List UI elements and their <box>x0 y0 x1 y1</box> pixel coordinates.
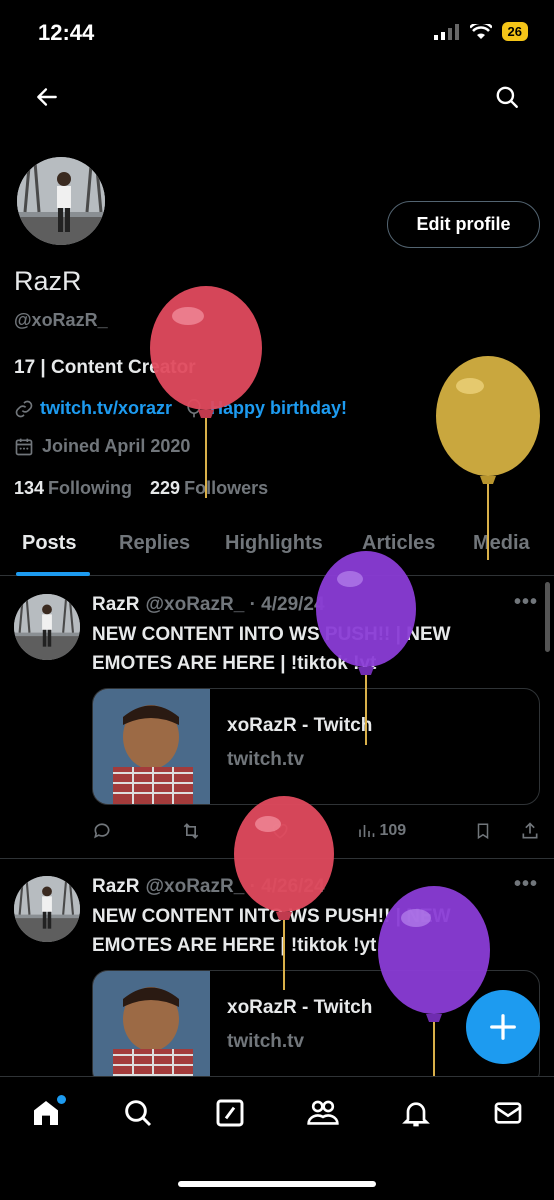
tab-posts[interactable]: Posts <box>22 520 76 555</box>
card-title: xoRazR - Twitch <box>227 715 373 736</box>
following-link[interactable]: 134 Following <box>14 478 132 499</box>
status-icons: 26 <box>433 22 528 41</box>
post-author[interactable]: RazR <box>92 594 140 615</box>
profile-link[interactable]: twitch.tv/xorazr <box>40 398 172 419</box>
post-header: RazR @xoRazR_ · 4/26/24 <box>92 876 325 898</box>
communities-icon <box>307 1100 339 1125</box>
followers-link[interactable]: 229 Followers <box>150 478 268 499</box>
balloon-icon <box>187 398 201 417</box>
more-icon[interactable]: ••• <box>514 873 538 896</box>
link-card[interactable]: xoRazR - Twitch twitch.tv <box>92 688 540 805</box>
more-icon[interactable]: ••• <box>514 591 538 614</box>
status-time: 12:44 <box>38 20 95 45</box>
post-handle-date: @xoRazR_ · 4/26/24 <box>145 876 325 897</box>
nav-home[interactable] <box>30 1095 66 1134</box>
post-handle-date: @xoRazR_ · 4/29/24 <box>145 594 325 615</box>
explore-icon <box>125 1100 152 1127</box>
follow-stats: 134 Following 229 Followers <box>14 478 268 499</box>
nav-grok[interactable] <box>214 1097 246 1134</box>
link-icon <box>15 400 33 417</box>
search-button[interactable] <box>494 84 520 115</box>
reply-icon <box>94 823 110 839</box>
notifications-icon <box>402 1102 430 1127</box>
heart-icon <box>272 823 288 839</box>
card-domain: twitch.tv <box>227 749 305 770</box>
avatar-photo <box>17 157 105 245</box>
home-indicator <box>178 1181 376 1187</box>
grok-icon <box>216 1099 244 1127</box>
share-icon[interactable] <box>520 821 540 841</box>
nav-notifications[interactable] <box>400 1097 432 1134</box>
followers-count: 229 <box>150 478 181 498</box>
post-avatar[interactable] <box>14 876 80 942</box>
like-button[interactable] <box>270 821 290 841</box>
calendar-icon <box>15 438 33 455</box>
messages-icon <box>494 1102 522 1124</box>
post-header: RazR @xoRazR_ · 4/29/24 <box>92 594 325 616</box>
post-item[interactable]: RazR @xoRazR_ · 4/29/24 ••• NEW CONTENT I… <box>0 577 554 859</box>
following-count: 134 <box>14 478 45 498</box>
birthday-text: Happy birthday! <box>210 398 348 418</box>
post-author[interactable]: RazR <box>92 876 140 897</box>
nav-communities[interactable] <box>306 1097 340 1134</box>
display-name: RazR <box>14 266 82 296</box>
card-thumbnail <box>93 971 210 1086</box>
wifi-icon <box>469 23 492 39</box>
back-arrow-icon <box>37 88 57 106</box>
bookmark-icon[interactable] <box>474 821 492 841</box>
search-icon <box>496 86 518 108</box>
balloon-red <box>150 286 262 498</box>
nav-explore[interactable] <box>122 1097 154 1134</box>
compose-icon <box>490 1014 516 1040</box>
repost-button[interactable] <box>180 821 202 841</box>
signal-icon <box>433 23 459 40</box>
views-icon <box>359 825 375 837</box>
back-button[interactable] <box>34 84 60 115</box>
card-domain: twitch.tv <box>227 1031 305 1052</box>
reply-button[interactable] <box>92 821 112 841</box>
profile-avatar[interactable] <box>14 154 108 248</box>
profile-tabs: Posts Replies Highlights Articles Media <box>0 520 554 576</box>
battery-indicator: 26 <box>501 22 528 41</box>
joined-date: Joined April 2020 <box>14 436 190 457</box>
compose-button[interactable] <box>466 990 540 1064</box>
post-text: NEW CONTENT INTO WS PUSH!! | NEW EMOTES … <box>92 624 451 674</box>
joined-text: Joined April 2020 <box>42 436 191 456</box>
tab-highlights[interactable]: Highlights <box>225 520 323 555</box>
card-thumbnail <box>93 689 210 804</box>
nav-messages[interactable] <box>492 1097 524 1134</box>
following-label: Following <box>48 478 133 498</box>
post-avatar[interactable] <box>14 594 80 660</box>
tab-media[interactable]: Media <box>473 520 530 555</box>
tab-replies[interactable]: Replies <box>119 520 190 555</box>
followers-label: Followers <box>184 478 269 498</box>
post-extra-actions <box>474 821 540 841</box>
post-actions: 109 <box>92 821 540 841</box>
views-button[interactable]: 109 <box>357 822 406 840</box>
active-tab-indicator <box>16 572 90 576</box>
card-title: xoRazR - Twitch <box>227 997 373 1018</box>
profile-meta: twitch.tv/xorazr Happy birthday! <box>14 398 347 419</box>
post-text: NEW CONTENT INTO WS PUSH!! | NEW EMOTES … <box>92 906 451 956</box>
notification-dot <box>57 1095 66 1104</box>
profile-bio: 17 | Content Creator <box>14 357 196 378</box>
tab-articles[interactable]: Articles <box>362 520 435 555</box>
profile-handle: @xoRazR_ <box>14 310 108 330</box>
edit-profile-button[interactable]: Edit profile <box>387 201 540 248</box>
repost-icon <box>183 823 199 839</box>
views-count: 109 <box>379 822 407 839</box>
